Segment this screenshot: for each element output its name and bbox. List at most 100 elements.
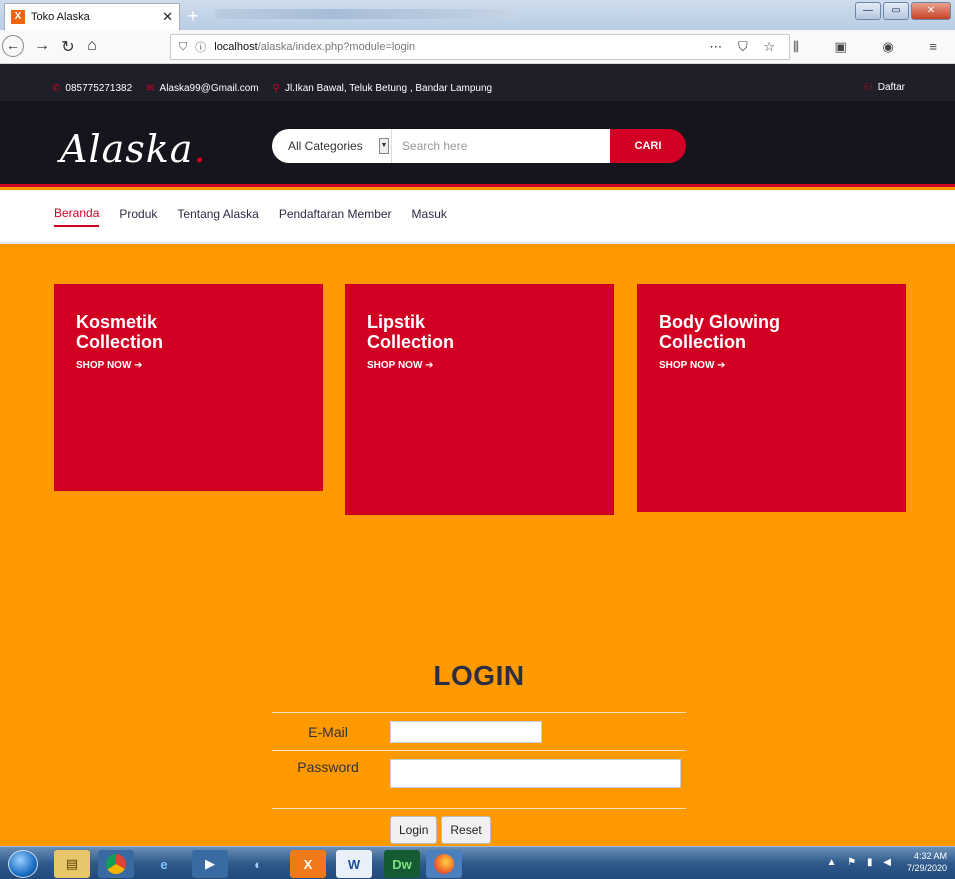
reset-button[interactable]: Reset [441, 816, 491, 844]
blurred-tab-strip [215, 9, 515, 19]
collection-card-body-glowing[interactable]: Body Glowing Collection SHOP NOW ➔ [637, 284, 906, 512]
phone-icon: ✆ [52, 82, 61, 94]
dreamweaver-icon[interactable]: Dw [384, 850, 420, 878]
logo-text: Alaska [60, 127, 194, 171]
firefox-icon[interactable] [426, 850, 462, 878]
arrow-circle-icon: ➔ [134, 360, 143, 371]
user-icon: ⚇ [863, 82, 873, 93]
window-controls: — ▭ ✕ [855, 2, 951, 20]
nav-pendaftaran[interactable]: Pendaftaran Member [279, 207, 392, 226]
search-button[interactable]: CARI [610, 129, 686, 163]
shop-now-label: SHOP NOW [367, 360, 423, 371]
media-icon[interactable]: ▶ [192, 850, 228, 878]
password-label: Password [297, 759, 359, 775]
start-button[interactable] [8, 850, 38, 878]
tray-icons[interactable]: ▲ ⚑ ▮ ◀ [827, 857, 895, 868]
browser-tab[interactable]: X Toko Alaska ✕ [4, 3, 180, 30]
chrome-icon[interactable] [98, 850, 134, 878]
shop-now-link[interactable]: SHOP NOW ➔ [367, 360, 454, 371]
collection-title-2: Collection [76, 332, 164, 352]
home-icon[interactable]: ⌂ [82, 37, 102, 55]
browser-tab-bar: X Toko Alaska ✕ + — ▭ ✕ [0, 0, 955, 30]
collection-card-lipstik[interactable]: Lipstik Collection SHOP NOW ➔ [345, 284, 614, 515]
search-input[interactable]: Search here [392, 129, 610, 163]
maximize-button[interactable]: ▭ [883, 2, 909, 20]
arrow-circle-icon: ➔ [717, 360, 726, 371]
close-tab-icon[interactable]: ✕ [162, 9, 173, 25]
url-bar[interactable]: ⛉ ⓘ localhost /alaska/index.php?module=l… [170, 34, 790, 60]
collection-title-1: Body Glowing [659, 312, 780, 332]
page-actions-icons[interactable]: ⋯ ⛉ ☆ [709, 39, 781, 55]
close-window-button[interactable]: ✕ [911, 2, 951, 20]
topbar-edge [0, 64, 955, 75]
phone-info: ✆ 085775271382 [52, 83, 132, 94]
info-icon[interactable]: ⓘ [195, 39, 206, 55]
forward-icon[interactable]: → [32, 37, 52, 55]
shop-now-link[interactable]: SHOP NOW ➔ [659, 360, 780, 371]
collection-text: Kosmetik Collection SHOP NOW ➔ [76, 312, 163, 371]
nav-beranda[interactable]: Beranda [54, 206, 100, 227]
xampp-icon[interactable]: X [290, 850, 326, 878]
email-info: ✉ Alaska99@Gmail.com [146, 83, 258, 94]
windows-taskbar: ▤ e ▶ ◐ X W Dw ▲ ⚑ ▮ ◀ 4:32 AM 7/29/2020 [0, 846, 955, 879]
main-nav: Beranda Produk Tentang Alaska Pendaftara… [0, 190, 955, 244]
app-icon[interactable]: ◐ [240, 850, 276, 878]
explorer-icon[interactable]: ▤ [54, 850, 90, 878]
shop-now-link[interactable]: SHOP NOW ➔ [76, 360, 163, 371]
clock-date: 7/29/2020 [906, 863, 947, 873]
back-icon[interactable]: ← [2, 35, 24, 57]
browser-toolbar: ← → ↻ ⌂ ⛉ ⓘ localhost /alaska/index.php?… [0, 30, 955, 64]
nav-produk[interactable]: Produk [119, 207, 157, 226]
shield-icon: ⛉ [179, 40, 188, 53]
url-host: localhost [214, 41, 258, 53]
password-field[interactable] [390, 759, 681, 788]
collection-text: Lipstik Collection SHOP NOW ➔ [367, 312, 454, 371]
url-path: /alaska/index.php?module=login [257, 41, 416, 53]
category-selected: All Categories [288, 139, 363, 153]
email-row: E-Mail [272, 713, 686, 751]
new-tab-icon[interactable]: + [182, 6, 204, 28]
login-form: E-Mail Password [272, 712, 686, 809]
collection-title-1: Lipstik [367, 312, 426, 332]
shop-now-label: SHOP NOW [659, 360, 715, 371]
category-select[interactable]: All Categories ▼ [272, 129, 392, 163]
street-address: Jl.Ikan Bawal, Teluk Betung , Bandar Lam… [284, 82, 493, 94]
map-marker-icon: ⚲ [272, 82, 280, 94]
collection-title-2: Collection [367, 332, 455, 352]
clock[interactable]: 4:32 AM 7/29/2020 [907, 850, 947, 874]
dropdown-arrow-icon[interactable]: ▼ [379, 138, 389, 154]
ie-icon[interactable]: e [146, 850, 182, 878]
address-info: ⚲ Jl.Ikan Bawal, Teluk Betung , Bandar L… [273, 83, 493, 94]
reload-icon[interactable]: ↻ [58, 37, 78, 57]
email-address: Alaska99@Gmail.com [159, 82, 259, 94]
site-logo[interactable]: Alaska. [60, 127, 207, 171]
logo-dot: . [193, 127, 207, 171]
collection-title-2: Collection [659, 332, 747, 352]
phone-number: 085775271382 [65, 82, 133, 94]
search-form: All Categories ▼ Search here CARI [272, 129, 686, 163]
tab-title: Toko Alaska [31, 11, 90, 23]
envelope-icon: ✉ [146, 82, 155, 94]
site-header: Alaska. All Categories ▼ Search here CAR… [0, 101, 955, 187]
collection-text: Body Glowing Collection SHOP NOW ➔ [659, 312, 780, 371]
collection-title-1: Kosmetik [76, 312, 158, 332]
login-title: LOGIN [433, 660, 525, 691]
clock-time: 4:32 AM [913, 851, 947, 861]
email-field[interactable] [390, 720, 542, 743]
nav-masuk[interactable]: Masuk [412, 207, 447, 226]
word-icon[interactable]: W [336, 850, 372, 878]
register-link[interactable]: ⚇ Daftar [864, 82, 905, 93]
toolbar-icons[interactable]: ⫼ ▣ ◉ ≡ [793, 39, 953, 55]
site-topbar: ✆ 085775271382 ✉ Alaska99@Gmail.com ⚲ Jl… [0, 75, 955, 101]
search-placeholder: Search here [402, 139, 468, 153]
xampp-favicon-icon: X [11, 10, 25, 24]
collection-card-kosmetik[interactable]: Kosmetik Collection SHOP NOW ➔ [54, 284, 323, 491]
shop-now-label: SHOP NOW [76, 360, 132, 371]
login-buttons: Login Reset [390, 816, 491, 844]
nav-tentang[interactable]: Tentang Alaska [177, 207, 258, 226]
arrow-circle-icon: ➔ [425, 360, 434, 371]
email-label: E-Mail [308, 723, 348, 740]
minimize-button[interactable]: — [855, 2, 881, 20]
login-button[interactable]: Login [390, 816, 438, 844]
password-row: Password [272, 751, 686, 809]
